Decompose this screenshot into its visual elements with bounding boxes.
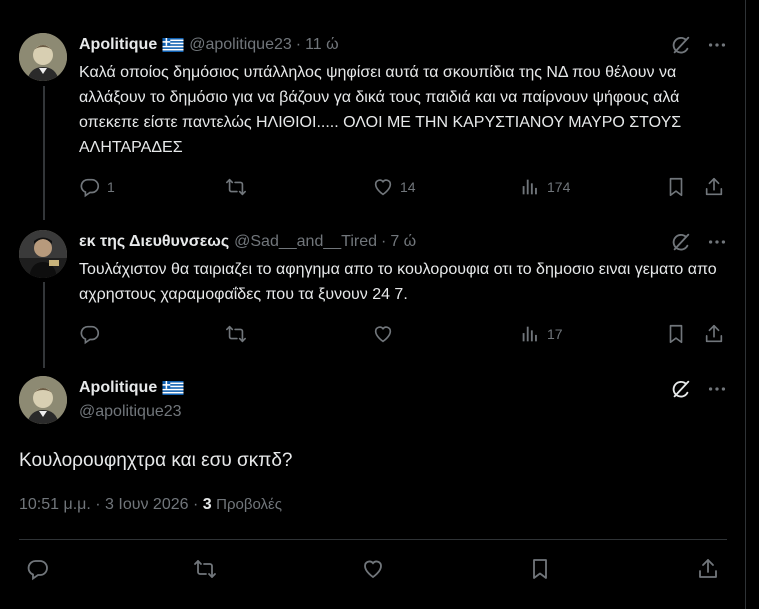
- like-button[interactable]: [361, 557, 385, 581]
- more-options-icon[interactable]: [706, 231, 728, 253]
- reply-count: 1: [107, 179, 115, 195]
- repost-icon: [225, 176, 247, 198]
- share-icon: [703, 176, 725, 198]
- tweet-actions: 1 14 174: [79, 176, 729, 200]
- like-icon: [372, 176, 394, 198]
- author-handle[interactable]: @apolitique23: [189, 36, 292, 54]
- repost-button[interactable]: [225, 323, 253, 345]
- like-count: 14: [400, 179, 416, 195]
- tweet-header: εκ της Διευθυνσεως @Sad__and__Tired · 7 …: [79, 233, 416, 251]
- reply-icon: [26, 557, 50, 581]
- repost-icon: [225, 323, 247, 345]
- bookmark-button[interactable]: [528, 557, 552, 581]
- bookmark-button[interactable]: [665, 176, 687, 198]
- tweet-header: Apolitique @apolitique23 · 11 ώ: [79, 36, 339, 54]
- frame-border: [745, 0, 746, 609]
- tweet-time[interactable]: 7 ώ: [390, 233, 416, 251]
- author-name[interactable]: εκ της Διευθυνσεως: [79, 233, 229, 251]
- tweet-actions: 17: [79, 323, 729, 347]
- grok-icon[interactable]: [670, 231, 692, 253]
- repost-button[interactable]: [193, 557, 217, 581]
- more-options-icon[interactable]: [706, 378, 728, 400]
- views-count: 3: [202, 496, 212, 513]
- like-button[interactable]: 14: [372, 176, 416, 198]
- author-handle[interactable]: @apolitique23: [79, 403, 182, 421]
- main-tweet-actions: [26, 557, 726, 581]
- main-tweet-text: Κουλορουφηχτρα και εσυ σκπδ?: [19, 450, 293, 471]
- repost-button[interactable]: [225, 176, 253, 198]
- bookmark-icon: [665, 176, 687, 198]
- timestamp[interactable]: 10:51 μ.μ. · 3 Ιουν 2026: [19, 496, 189, 513]
- author-handle-row: @apolitique23: [79, 403, 182, 421]
- avatar[interactable]: [19, 230, 67, 278]
- views-count: 174: [547, 179, 571, 195]
- tweet-time[interactable]: 11 ώ: [305, 36, 339, 54]
- views-count: 17: [547, 326, 563, 342]
- thread-line: [43, 86, 45, 220]
- avatar[interactable]: [19, 376, 67, 424]
- tweet-top-actions: [670, 231, 728, 253]
- more-options-icon[interactable]: [706, 34, 728, 56]
- reply-button[interactable]: 1: [79, 176, 115, 198]
- thread-line: [43, 282, 45, 368]
- reply-icon: [79, 176, 101, 198]
- separator-dot: ·: [192, 496, 203, 513]
- share-button[interactable]: [696, 557, 720, 581]
- bookmark-button[interactable]: [665, 323, 687, 345]
- author-name-row: Apolitique: [79, 379, 189, 397]
- divider: [19, 539, 727, 540]
- grok-icon[interactable]: [670, 378, 692, 400]
- bookmark-icon: [665, 323, 687, 345]
- reply-button[interactable]: [26, 557, 50, 581]
- views-icon: [519, 176, 541, 198]
- tweet-text: Καλά οποίος δημόσιος υπάλληλος ψηφίσει α…: [79, 64, 682, 156]
- greece-flag-icon: [162, 38, 184, 52]
- like-icon: [361, 557, 385, 581]
- greece-flag-icon: [162, 381, 184, 395]
- like-icon: [372, 323, 394, 345]
- views-button[interactable]: 17: [519, 323, 563, 345]
- separator-dot: ·: [295, 36, 302, 53]
- grok-icon[interactable]: [670, 34, 692, 56]
- bookmark-icon: [528, 557, 552, 581]
- views-label: Προβολές: [216, 496, 282, 513]
- author-name[interactable]: Apolitique: [79, 379, 157, 397]
- share-icon: [696, 557, 720, 581]
- tweet-meta: 10:51 μ.μ. · 3 Ιουν 2026 · 3 Προβολές: [19, 496, 282, 514]
- separator-dot: ·: [381, 233, 387, 250]
- tweet-top-actions: [670, 378, 728, 400]
- avatar[interactable]: [19, 33, 67, 81]
- tweet-top-actions: [670, 34, 728, 56]
- share-button[interactable]: [703, 176, 725, 198]
- share-icon: [703, 323, 725, 345]
- reply-button[interactable]: [79, 323, 107, 345]
- tweet-text: Τουλάχιστον θα ταιριαζει το αφηγημα απο …: [79, 261, 717, 303]
- author-handle[interactable]: @Sad__and__Tired: [234, 233, 377, 251]
- reply-icon: [79, 323, 101, 345]
- views-icon: [519, 323, 541, 345]
- like-button[interactable]: [372, 323, 400, 345]
- share-button[interactable]: [703, 323, 725, 345]
- views-button[interactable]: 174: [519, 176, 570, 198]
- repost-icon: [193, 557, 217, 581]
- author-name[interactable]: Apolitique: [79, 36, 157, 54]
